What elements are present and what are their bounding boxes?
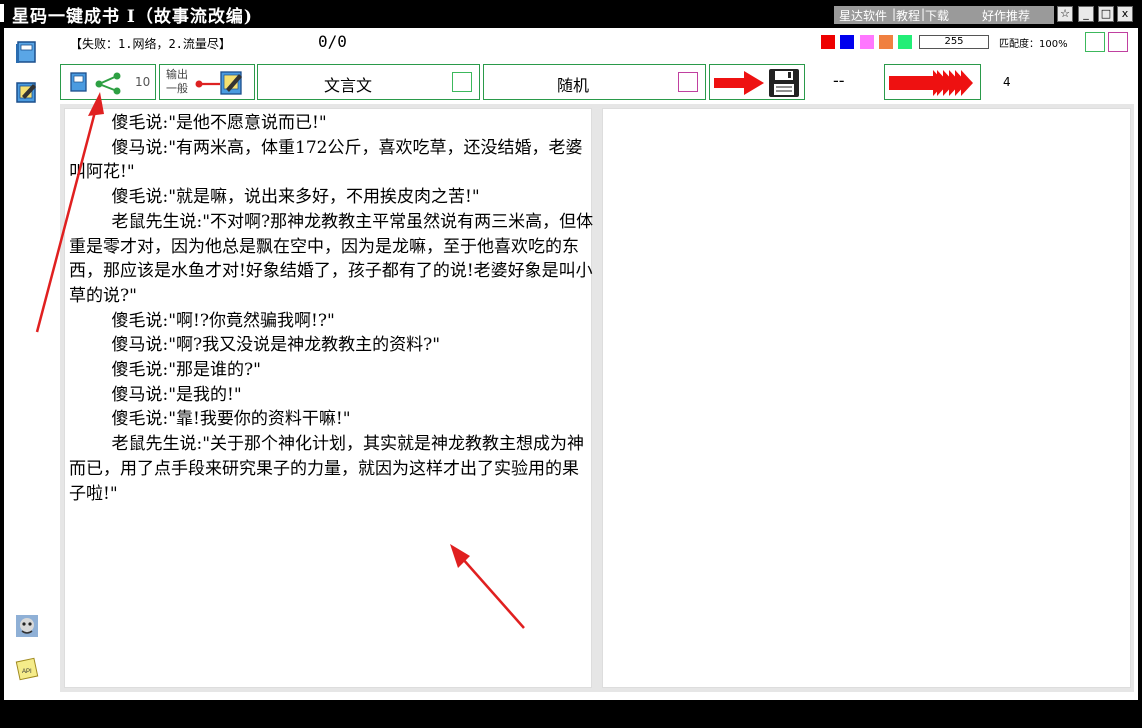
split-button[interactable]: 10 <box>60 64 156 100</box>
status-text: 【失败：1.网络，2.流量尽】 <box>70 37 231 51</box>
text-paragraph: 傻毛说:"是他不愿意说而已!" <box>111 113 327 133</box>
maximize-button[interactable]: □ <box>1098 6 1114 22</box>
main-window: API 【失败：1.网络，2.流量尽】 0/0 255 匹配度：100% 10 … <box>4 28 1138 700</box>
text-paragraph: 傻马说:"是我的!" <box>111 384 242 405</box>
classical-chinese-option[interactable]: 文言文 <box>257 64 480 100</box>
split-count: 10 <box>135 75 151 89</box>
bottom-bar <box>0 700 1142 728</box>
random-label: 随机 <box>557 76 590 95</box>
text-paragraph: 傻马说:"啊?我又没说是神龙教教主的资料?" <box>111 335 441 356</box>
output-text-panel[interactable] <box>602 108 1131 688</box>
title-edge <box>0 4 4 22</box>
progress-counter: 0/0 <box>318 32 347 51</box>
menu-item-download[interactable]: 下载 <box>925 7 949 24</box>
book-icon[interactable] <box>13 38 41 66</box>
text-paragraph: 傻毛说:"就是嘛，说出来多好，不用挨皮肉之苦!" <box>111 187 480 208</box>
source-text-panel[interactable]: 傻毛说:"是他不愿意说而已!" 傻马说:"有两米高，体重172公斤，喜欢吃草，还… <box>64 108 595 688</box>
text-paragraph: 老鼠先生说:"关于那个神化计划，其实就是神龙教教主想成为神而已，用了点手段来研究… <box>69 434 585 504</box>
batch-count: 4 <box>1003 75 1011 89</box>
purple-check-box[interactable] <box>1108 32 1128 52</box>
api-label: API <box>22 669 32 675</box>
color-swatch-orange[interactable] <box>879 35 893 49</box>
green-check-box[interactable] <box>1085 32 1105 52</box>
top-menu: 星达软件 | 教程 | 下载 好作推荐 <box>834 6 1054 24</box>
menu-item-recommend[interactable]: 好作推荐 <box>982 7 1030 24</box>
color-swatch-green[interactable] <box>898 35 912 49</box>
close-button[interactable]: x <box>1117 6 1133 22</box>
text-paragraph: 傻毛说:"靠!我要你的资料干嘛!" <box>111 409 351 430</box>
output-button[interactable]: 输出 一般 <box>159 64 255 100</box>
pin-button[interactable]: ☆ <box>1057 6 1073 22</box>
split-share-icon <box>70 72 121 95</box>
classical-checkbox[interactable] <box>452 72 472 92</box>
color-swatch-blue[interactable] <box>840 35 854 49</box>
text-paragraph: 老鼠先生说:"不对啊?那神龙教教主平常虽然说有两三米高，但体重是零才对，因为他总… <box>69 211 594 306</box>
random-option[interactable]: 随机 <box>483 64 706 100</box>
output-label-1: 输出 <box>166 68 188 81</box>
menu-item-tutorial[interactable]: 教程 <box>896 7 920 24</box>
text-paragraph: 傻毛说:"那是谁的?" <box>111 360 261 381</box>
save-icon <box>714 69 799 97</box>
output-notebook-icon <box>195 71 242 95</box>
window-title: 星码一键成书 I（故事流改编) <box>12 7 253 27</box>
api-note-icon[interactable]: API <box>13 654 41 682</box>
text-paragraph: 傻毛说:"啊!?你竟然骗我啊!?" <box>111 310 335 331</box>
title-bar: 星码一键成书 I（故事流改编) 星达软件 | 教程 | 下载 好作推荐 ☆ _ … <box>0 0 1142 28</box>
output-label-2: 一般 <box>166 82 188 95</box>
classical-label: 文言文 <box>324 76 373 95</box>
match-label: 匹配度：100% <box>999 39 1068 50</box>
color-swatch-pink[interactable] <box>860 35 874 49</box>
random-checkbox[interactable] <box>678 72 698 92</box>
batch-button[interactable] <box>884 64 981 100</box>
notebook-icon[interactable] <box>13 78 41 106</box>
minimize-button[interactable]: _ <box>1078 6 1094 22</box>
dash-text: -- <box>833 71 845 90</box>
color-swatch-red[interactable] <box>821 35 835 49</box>
number-input[interactable]: 255 <box>919 35 989 49</box>
multi-arrow-icon <box>889 70 973 96</box>
avatar-icon[interactable] <box>13 612 41 640</box>
menu-item-xingda[interactable]: 星达软件 <box>839 7 887 24</box>
source-text: 傻毛说:"是他不愿意说而已!" 傻马说:"有两米高，体重172公斤，喜欢吃草，还… <box>69 111 595 506</box>
text-paragraph: 傻马说:"有两米高，体重172公斤，喜欢吃草，还没结婚，老婆叫阿花!" <box>69 137 583 183</box>
save-button[interactable] <box>709 64 805 100</box>
